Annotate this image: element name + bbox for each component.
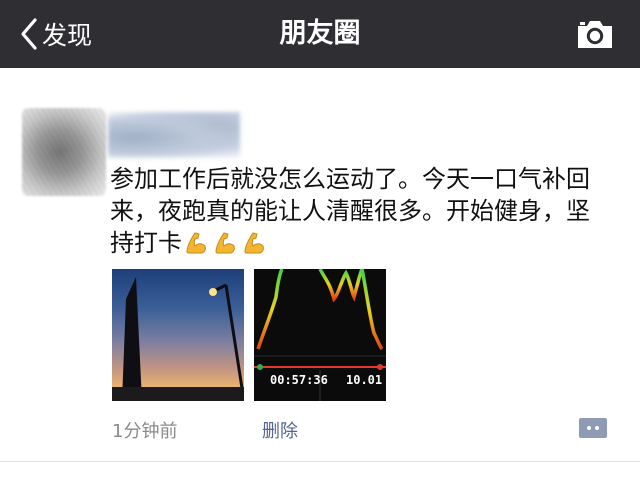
flexed-biceps-icon <box>244 232 264 254</box>
divider <box>0 461 640 462</box>
post-text: 参加工作后就没怎么运动了。今天一口气补回来，夜跑真的能让人清醒很多。开始健身，坚… <box>110 163 610 259</box>
navigation-bar: 发现 朋友圈 <box>0 0 640 68</box>
photo-night-sky[interactable] <box>112 269 244 401</box>
post-timestamp: 1分钟前 <box>112 421 178 442</box>
run-duration: 00:57:36 <box>270 373 328 387</box>
emoji-group <box>184 231 266 255</box>
back-label: 发现 <box>42 21 93 50</box>
street-scene-graphic <box>112 277 244 401</box>
post-body: 参加工作后就没怎么运动了。今天一口气补回来，夜跑真的能让人清醒很多。开始健身，坚… <box>110 165 590 257</box>
flexed-biceps-icon <box>186 232 206 254</box>
camera-icon[interactable] <box>576 18 614 50</box>
avatar[interactable] <box>22 108 106 196</box>
chevron-left-icon <box>21 18 37 50</box>
run-distance: 10.01 <box>346 373 383 387</box>
delete-link[interactable]: 删除 <box>262 417 298 443</box>
comment-icon[interactable] <box>579 418 607 438</box>
photo-run-stats[interactable]: 00:57:36 10.01 <box>254 269 386 401</box>
comment-dot <box>595 426 599 430</box>
flexed-biceps-icon <box>215 232 235 254</box>
comment-dot <box>587 426 591 430</box>
page-title: 朋友圈 <box>279 18 361 49</box>
user-name[interactable] <box>108 112 240 158</box>
back-button[interactable]: 发现 <box>20 14 92 54</box>
